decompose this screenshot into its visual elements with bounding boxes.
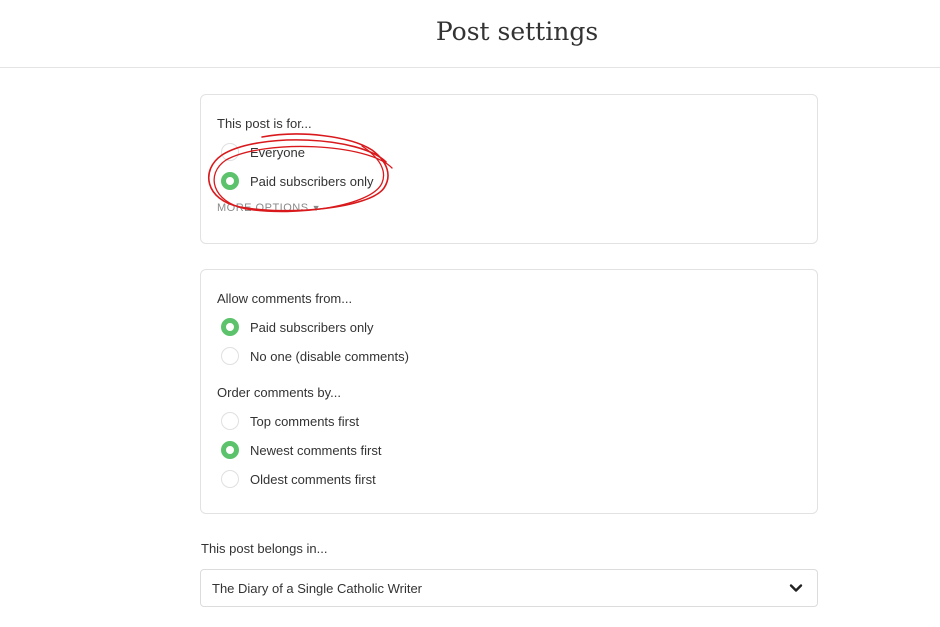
option-label: Oldest comments first	[250, 471, 376, 487]
option-label: Everyone	[250, 144, 305, 160]
radio-checked[interactable]	[221, 441, 239, 459]
more-options-label: MORE OPTIONS	[217, 202, 309, 214]
order-option-oldest[interactable]: Oldest comments first	[221, 468, 376, 490]
radio-unchecked[interactable]	[221, 143, 239, 161]
option-label: Paid subscribers only	[250, 173, 374, 189]
option-label: No one (disable comments)	[250, 348, 409, 364]
chevron-down-icon: ▼	[311, 203, 321, 213]
section-select[interactable]: The Diary of a Single Catholic Writer	[200, 569, 818, 607]
order-option-newest[interactable]: Newest comments first	[221, 439, 381, 461]
allow-option-paid[interactable]: Paid subscribers only	[221, 316, 374, 338]
audience-card: This post is for... Everyone Paid subscr…	[200, 94, 818, 244]
allow-comments-label: Allow comments from...	[217, 291, 353, 306]
header: Post settings	[0, 0, 940, 68]
chevron-down-icon	[789, 584, 803, 592]
radio-unchecked[interactable]	[221, 470, 239, 488]
audience-label: This post is for...	[217, 116, 312, 131]
comments-card: Allow comments from... Paid subscribers …	[200, 269, 818, 514]
audience-option-paid[interactable]: Paid subscribers only	[221, 170, 374, 192]
allow-option-none[interactable]: No one (disable comments)	[221, 345, 409, 367]
option-label: Newest comments first	[250, 442, 382, 458]
section-label: This post belongs in...	[201, 541, 328, 556]
more-options-toggle[interactable]: MORE OPTIONS ▼	[217, 202, 321, 214]
page-title: Post settings	[435, 17, 599, 46]
option-label: Paid subscribers only	[250, 319, 374, 335]
order-comments-label: Order comments by...	[217, 385, 342, 400]
radio-checked[interactable]	[221, 172, 239, 190]
radio-unchecked[interactable]	[221, 412, 239, 430]
section-selected-value: The Diary of a Single Catholic Writer	[212, 580, 423, 596]
order-option-top[interactable]: Top comments first	[221, 410, 359, 432]
audience-option-everyone[interactable]: Everyone	[221, 141, 305, 163]
radio-unchecked[interactable]	[221, 347, 239, 365]
radio-checked[interactable]	[221, 318, 239, 336]
option-label: Top comments first	[250, 413, 360, 429]
